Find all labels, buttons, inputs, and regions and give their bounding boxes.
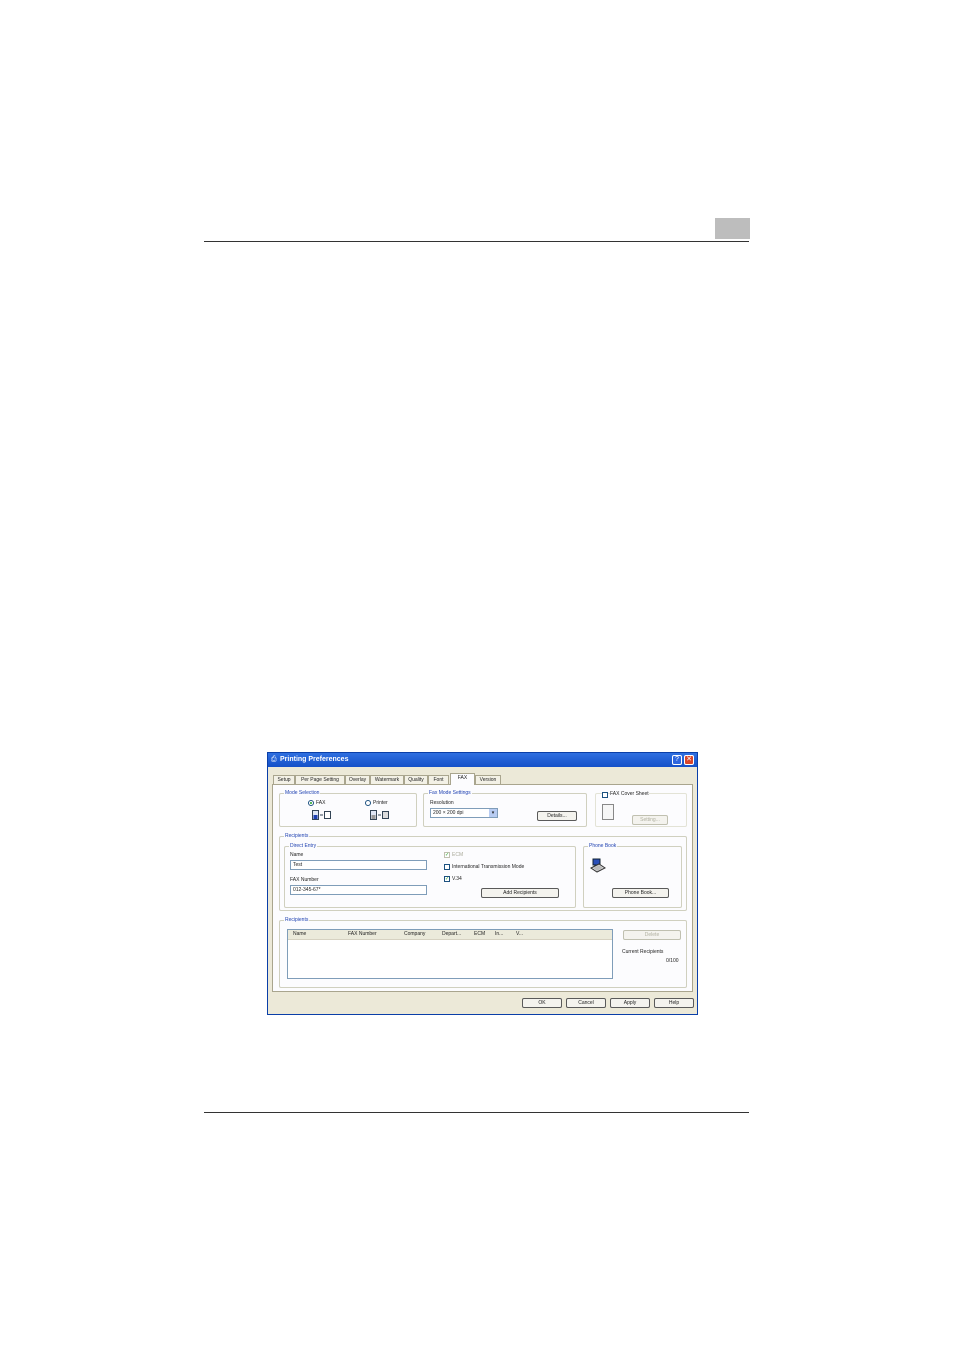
help-button[interactable]: Help bbox=[654, 998, 694, 1008]
recipients-legend: Recipients bbox=[284, 833, 310, 839]
fax-number-label: FAX Number bbox=[290, 877, 319, 883]
apply-button[interactable]: Apply bbox=[610, 998, 650, 1008]
column-fax-number[interactable]: FAX Number bbox=[348, 930, 377, 938]
tab-version[interactable]: Version bbox=[475, 775, 501, 784]
printer-icon: ⎙ bbox=[271, 756, 277, 763]
dialog-title: Printing Preferences bbox=[280, 756, 349, 763]
fax-cover-sheet-label: FAX Cover Sheet bbox=[610, 791, 649, 797]
cover-sheet-group: FAX Cover Sheet Setting... bbox=[595, 791, 687, 827]
tab-per-page-setting[interactable]: Per Page Setting bbox=[295, 775, 345, 784]
cancel-button[interactable]: Cancel bbox=[566, 998, 606, 1008]
fax-mode-icon bbox=[312, 810, 331, 820]
delete-button[interactable]: Delete bbox=[623, 930, 681, 940]
mode-selection-legend: Mode Selection bbox=[284, 790, 321, 796]
printing-preferences-dialog: ⎙ Printing Preferences ? ✕ Setup Per Pag… bbox=[267, 752, 698, 1015]
name-label: Name bbox=[290, 852, 304, 858]
header-rule bbox=[204, 241, 749, 242]
tab-quality[interactable]: Quality bbox=[404, 775, 428, 784]
cover-sheet-setting-button[interactable]: Setting... bbox=[632, 815, 668, 825]
recipients-list-legend: Recipients bbox=[284, 917, 310, 923]
fax-tab-panel: Mode Selection FAX Printer Fax Mode Sett… bbox=[272, 784, 693, 992]
current-recipients-label: Current Recipients bbox=[622, 949, 664, 955]
phone-book-button[interactable]: Phone Book... bbox=[612, 888, 669, 898]
ecm-checkbox[interactable]: ✓ bbox=[444, 852, 450, 858]
table-header: Name FAX Number Company Depart... ECM In… bbox=[288, 930, 612, 940]
international-mode-label: International Transmission Mode bbox=[452, 864, 525, 870]
direct-entry-group: Direct Entry Name Test FAX Number 012-34… bbox=[284, 843, 576, 908]
name-input[interactable]: Test bbox=[290, 860, 427, 870]
printer-mode-label: Printer bbox=[373, 800, 388, 806]
tab-fax[interactable]: FAX bbox=[450, 773, 475, 785]
resolution-select[interactable]: 200 × 200 dpi ▾ bbox=[430, 808, 498, 818]
international-mode-checkbox[interactable] bbox=[444, 864, 450, 870]
help-title-button[interactable]: ? bbox=[672, 755, 682, 765]
recipients-table[interactable]: Name FAX Number Company Depart... ECM In… bbox=[287, 929, 613, 979]
add-recipients-button[interactable]: Add Recipients bbox=[481, 888, 559, 898]
phone-book-group: Phone Book Phone Book... bbox=[583, 843, 682, 908]
column-ecm[interactable]: ECM bbox=[474, 930, 485, 938]
details-button[interactable]: Details... bbox=[537, 811, 577, 821]
ok-button[interactable]: OK bbox=[522, 998, 562, 1008]
column-v34[interactable]: V... bbox=[516, 930, 523, 938]
recipients-list-group: Recipients Name FAX Number Company Depar… bbox=[279, 917, 687, 988]
tab-overlay[interactable]: Overlay bbox=[345, 775, 370, 784]
fax-number-input[interactable]: 012-345-67* bbox=[290, 885, 427, 895]
title-bar: ⎙ Printing Preferences ? ✕ bbox=[268, 753, 697, 767]
mode-selection-group: Mode Selection FAX Printer bbox=[279, 790, 417, 827]
current-recipients-count: 0/100 bbox=[666, 958, 679, 964]
recipients-entry-group: Recipients Direct Entry Name Test FAX Nu… bbox=[279, 833, 687, 911]
ecm-label: ECM bbox=[452, 852, 464, 858]
column-department[interactable]: Depart... bbox=[442, 930, 461, 938]
fax-mode-settings-legend: Fax Mode Settings bbox=[428, 790, 472, 796]
printer-mode-icon bbox=[370, 810, 389, 820]
resolution-value: 200 × 200 dpi bbox=[433, 810, 464, 816]
printer-mode-radio[interactable] bbox=[365, 800, 371, 806]
direct-entry-legend: Direct Entry bbox=[289, 843, 318, 849]
cover-sheet-icon bbox=[602, 804, 614, 820]
close-title-button[interactable]: ✕ bbox=[684, 755, 694, 765]
fax-cover-sheet-checkbox[interactable] bbox=[602, 792, 608, 798]
phone-book-legend: Phone Book bbox=[588, 843, 618, 849]
footer-rule bbox=[204, 1112, 749, 1113]
column-name[interactable]: Name bbox=[293, 930, 306, 938]
tab-setup[interactable]: Setup bbox=[273, 775, 295, 784]
phone-book-icon bbox=[590, 858, 606, 873]
v34-checkbox[interactable]: ✓ bbox=[444, 876, 450, 882]
chevron-down-icon[interactable]: ▾ bbox=[489, 809, 497, 817]
column-international[interactable]: In... bbox=[495, 930, 503, 938]
column-company[interactable]: Company bbox=[404, 930, 425, 938]
chapter-tab-marker bbox=[715, 218, 750, 239]
fax-mode-label: FAX bbox=[316, 800, 326, 806]
fax-mode-radio[interactable] bbox=[308, 800, 314, 806]
tab-watermark[interactable]: Watermark bbox=[370, 775, 404, 784]
fax-mode-settings-group: Fax Mode Settings Resolution 200 × 200 d… bbox=[423, 790, 587, 827]
tab-font[interactable]: Font bbox=[428, 775, 449, 784]
v34-label: V.34 bbox=[452, 876, 462, 882]
resolution-label: Resolution bbox=[430, 800, 454, 806]
